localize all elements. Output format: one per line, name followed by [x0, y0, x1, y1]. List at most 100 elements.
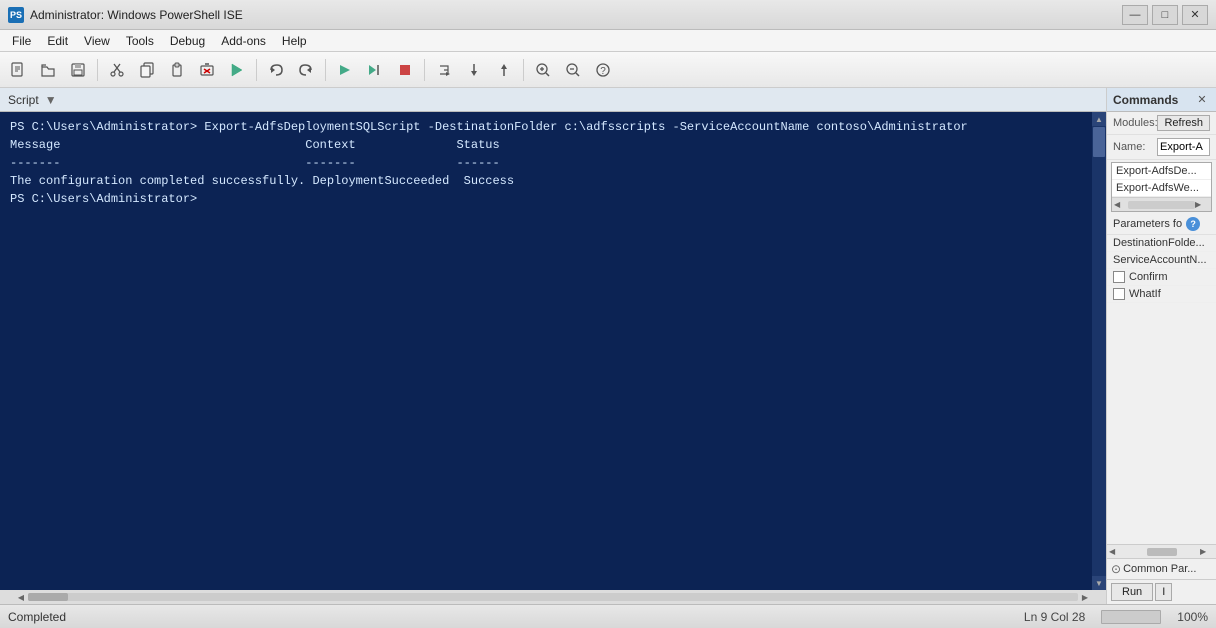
menu-file[interactable]: File [4, 32, 39, 50]
list-scroll-left[interactable]: ◀ [1114, 200, 1128, 209]
toolbar-sep-4 [424, 59, 425, 81]
console-line-4: ------- ------- ------ [10, 154, 1082, 172]
scroll-track[interactable] [1092, 126, 1106, 576]
status-scroll-indicator[interactable] [1101, 610, 1161, 624]
run-button[interactable] [331, 56, 359, 84]
status-zoom: 100% [1177, 610, 1208, 624]
confirm-label: Confirm [1129, 271, 1168, 283]
common-params-label: Common Par... [1123, 563, 1196, 575]
title-bar: PS Administrator: Windows PowerShell ISE… [0, 0, 1216, 30]
new-button[interactable] [4, 56, 32, 84]
scroll-thumb [1093, 127, 1105, 157]
main-content: Script ▼ PS C:\Users\Administrator> Expo… [0, 88, 1216, 604]
console-line-1: PS C:\Users\Administrator> Export-AdfsDe… [10, 118, 1082, 136]
undo-button[interactable] [262, 56, 290, 84]
commands-header: Commands ✕ [1107, 88, 1216, 112]
commands-close-button[interactable]: ✕ [1194, 92, 1210, 108]
whatif-checkbox[interactable] [1113, 288, 1125, 300]
run-button[interactable]: Run [1111, 583, 1153, 601]
status-text: Completed [8, 610, 1012, 624]
redo-button[interactable] [292, 56, 320, 84]
run-selection-button[interactable] [361, 56, 389, 84]
params-label: Parameters fo [1113, 218, 1182, 230]
command-list-item-1[interactable]: Export-AdfsDe... [1112, 163, 1211, 180]
commands-title: Commands [1113, 93, 1178, 107]
stop-button[interactable] [391, 56, 419, 84]
menu-edit[interactable]: Edit [39, 32, 76, 50]
status-right: Ln 9 Col 28 100% [1024, 610, 1208, 624]
copy-button[interactable] [133, 56, 161, 84]
script-panel: Script ▼ PS C:\Users\Administrator> Expo… [0, 88, 1106, 604]
cmd-bottom-scrollbar[interactable]: ◀ ▶ [1107, 544, 1216, 558]
horizontal-scrollbar[interactable]: ◀ ▶ [0, 590, 1106, 604]
menu-bar: File Edit View Tools Debug Add-ons Help [0, 30, 1216, 52]
confirm-checkbox-row: Confirm [1107, 269, 1216, 286]
debug-step-out[interactable] [490, 56, 518, 84]
debug-step-over[interactable] [430, 56, 458, 84]
menu-debug[interactable]: Debug [162, 32, 213, 50]
console-wrapper: PS C:\Users\Administrator> Export-AdfsDe… [0, 112, 1106, 590]
vertical-scrollbar[interactable]: ▲ ▼ [1092, 112, 1106, 590]
console-line-5: The configuration completed successfully… [10, 172, 1082, 190]
list-scroll-right[interactable]: ▶ [1195, 200, 1209, 209]
param-item-2[interactable]: ServiceAccountN... [1107, 252, 1216, 269]
command-list[interactable]: Export-AdfsDe... Export-AdfsWe... ◀ ▶ [1111, 162, 1212, 212]
copy-to-script-button[interactable]: I [1155, 583, 1172, 601]
confirm-checkbox[interactable] [1113, 271, 1125, 283]
cmd-list-scrollbar[interactable]: ◀ ▶ [1112, 197, 1211, 211]
menu-help[interactable]: Help [274, 32, 315, 50]
menu-addons[interactable]: Add-ons [213, 32, 274, 50]
toolbar: ? [0, 52, 1216, 88]
toolbar-sep-3 [325, 59, 326, 81]
refresh-button[interactable]: Refresh [1157, 115, 1210, 131]
console-line-3: Message Context Status [10, 136, 1082, 154]
app-icon: PS [8, 7, 24, 23]
open-button[interactable] [34, 56, 62, 84]
name-input[interactable] [1157, 138, 1210, 156]
param-item-1[interactable]: DestinationFolde... [1107, 235, 1216, 252]
scroll-down-button[interactable]: ▼ [1092, 576, 1106, 590]
script-label: Script [8, 93, 39, 107]
params-help-button[interactable]: ? [1186, 217, 1200, 231]
zoom-in-button[interactable] [529, 56, 557, 84]
run-row: Run I [1107, 579, 1216, 604]
spacer [1107, 303, 1216, 544]
save-button[interactable] [64, 56, 92, 84]
bottom-scroll-right[interactable]: ▶ [1200, 547, 1214, 556]
paste-button[interactable] [163, 56, 191, 84]
close-button[interactable]: ✕ [1182, 5, 1208, 25]
window-title: Administrator: Windows PowerShell ISE [30, 8, 1122, 22]
h-scroll-left[interactable]: ◀ [14, 590, 28, 604]
clear-button[interactable] [193, 56, 221, 84]
script-dropdown-icon[interactable]: ▼ [45, 93, 57, 107]
debug-step-into[interactable] [460, 56, 488, 84]
scroll-up-button[interactable]: ▲ [1092, 112, 1106, 126]
common-params-row[interactable]: ⊙ Common Par... [1107, 558, 1216, 579]
script-header: Script ▼ [0, 88, 1106, 112]
bottom-scroll-thumb [1147, 548, 1177, 556]
console-output[interactable]: PS C:\Users\Administrator> Export-AdfsDe… [0, 112, 1092, 590]
h-scroll-right[interactable]: ▶ [1078, 590, 1092, 604]
modules-label: Modules: [1113, 117, 1153, 129]
bottom-scroll-left[interactable]: ◀ [1109, 547, 1123, 556]
list-scroll-thumb [1128, 201, 1195, 209]
modules-row: Modules: Refresh [1107, 112, 1216, 135]
name-label: Name: [1113, 141, 1153, 153]
help-button[interactable]: ? [589, 56, 617, 84]
toolbar-sep-1 [97, 59, 98, 81]
zoom-out-button[interactable] [559, 56, 587, 84]
run-script-button[interactable] [223, 56, 251, 84]
whatif-label: WhatIf [1129, 288, 1161, 300]
menu-tools[interactable]: Tools [118, 32, 162, 50]
menu-view[interactable]: View [76, 32, 118, 50]
svg-text:?: ? [600, 66, 606, 77]
cut-button[interactable] [103, 56, 131, 84]
commands-panel: Commands ✕ Modules: Refresh Name: Export… [1106, 88, 1216, 604]
command-list-item-2[interactable]: Export-AdfsWe... [1112, 180, 1211, 197]
h-scroll-track[interactable] [28, 593, 1078, 601]
expand-icon: ⊙ [1111, 562, 1121, 576]
window-controls: — □ ✕ [1122, 5, 1208, 25]
maximize-button[interactable]: □ [1152, 5, 1178, 25]
toolbar-sep-5 [523, 59, 524, 81]
minimize-button[interactable]: — [1122, 5, 1148, 25]
